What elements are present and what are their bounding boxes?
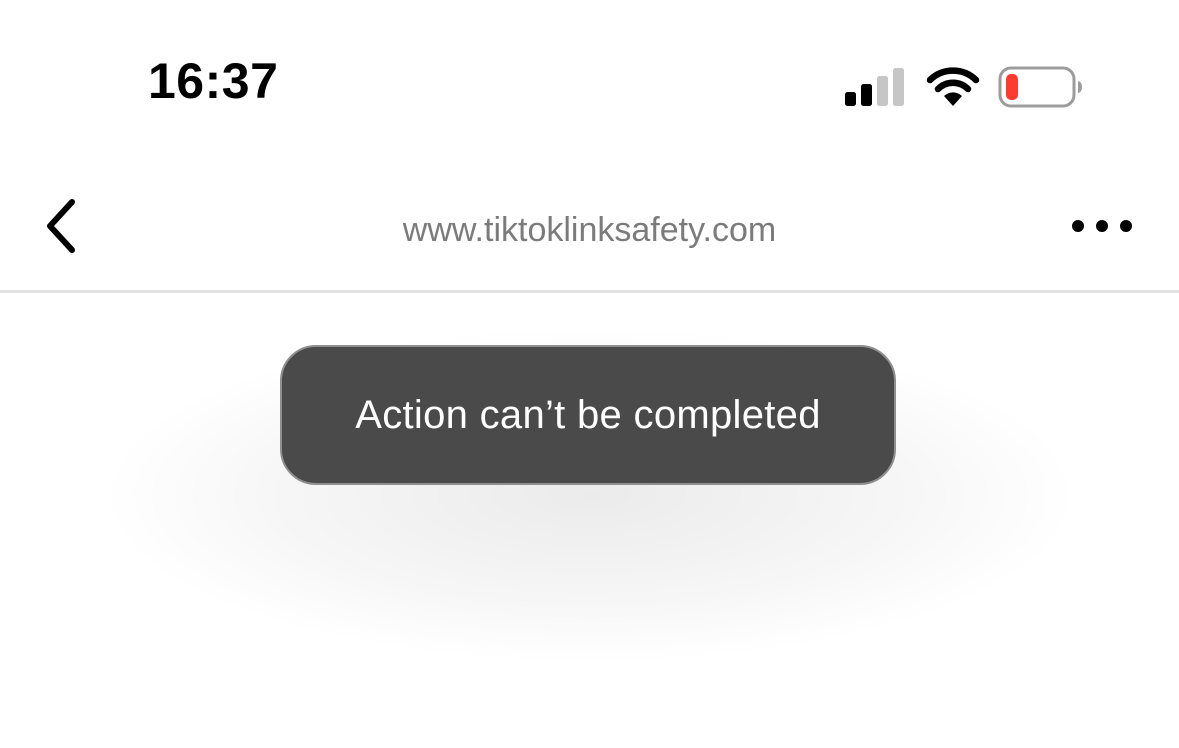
cellular-signal-icon <box>845 68 904 106</box>
ellipsis-icon <box>1072 220 1132 232</box>
navigation-bar: www.tiktoklinksafety.com <box>0 160 1179 293</box>
chevron-left-icon <box>47 199 75 253</box>
toast-message: Action can’t be completed <box>355 392 821 437</box>
battery-low-icon <box>998 66 1082 108</box>
page-url: www.tiktoklinksafety.com <box>402 211 777 249</box>
wifi-icon <box>926 67 980 106</box>
app-screen: 16:37 www.tiktoklinksafety.com Action ca… <box>0 0 1179 748</box>
status-time: 16:37 <box>148 53 279 109</box>
back-button[interactable] <box>30 196 90 256</box>
more-options-button[interactable] <box>1062 206 1142 246</box>
toast-notification: Action can’t be completed <box>280 345 896 485</box>
status-bar: 16:37 <box>0 0 1179 160</box>
